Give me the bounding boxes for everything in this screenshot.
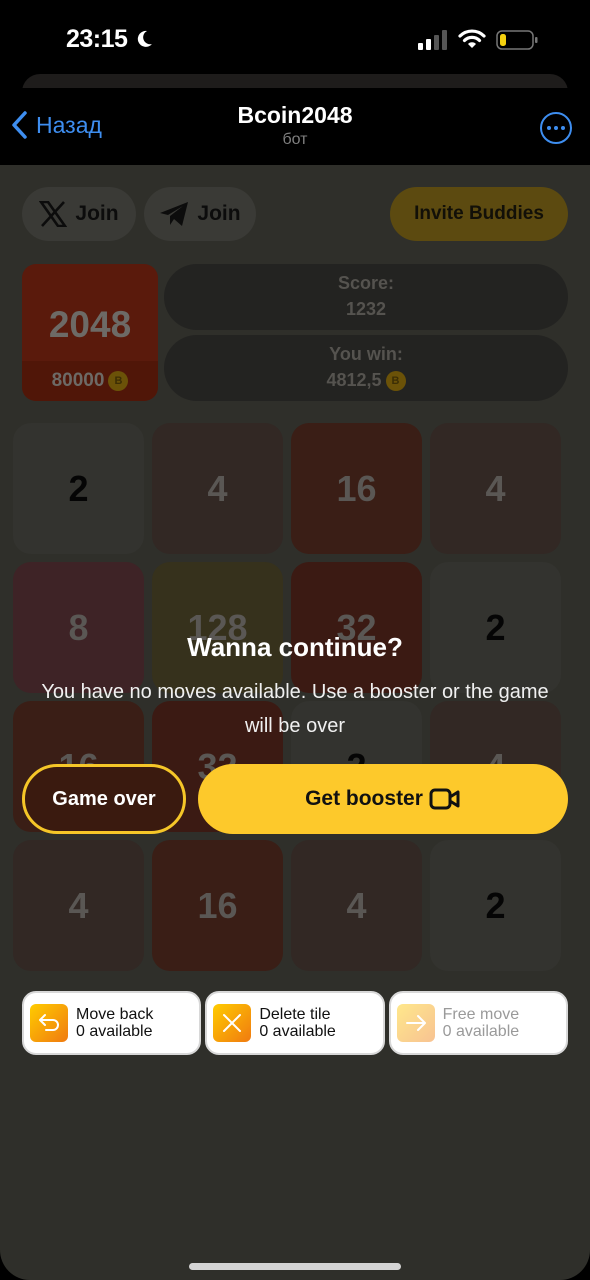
page-title: Bcoin2048	[237, 102, 353, 128]
moon-icon	[137, 30, 152, 47]
booster-name: Delete tile	[259, 1006, 331, 1023]
dialog-title: Wanna continue?	[187, 632, 403, 662]
booster-free-move[interactable]: Free move 0 available	[388, 991, 568, 1055]
board-tile: 128	[152, 562, 283, 693]
get-booster-label: Get booster	[305, 787, 423, 810]
game-over-button[interactable]: Game over	[22, 764, 186, 834]
board-tile: 2	[430, 840, 561, 971]
x-logo-icon	[39, 201, 68, 227]
home-indicator	[189, 1263, 401, 1270]
battery-low-icon	[496, 30, 538, 50]
invite-buddies-button[interactable]: Invite Buddies	[390, 187, 568, 241]
booster-name: Free move	[442, 1006, 520, 1023]
more-options-button[interactable]	[540, 112, 572, 144]
telegram-join-button[interactable]: Join	[144, 187, 256, 241]
video-camera-icon	[429, 788, 460, 810]
telegram-plane-icon	[160, 202, 189, 226]
coin-icon: B	[108, 371, 129, 391]
best-tile-value: 2048	[48, 304, 132, 345]
nav-header: Назад Bcoin2048 бот	[0, 88, 590, 165]
coin-icon: B	[385, 370, 406, 391]
booster-move-back[interactable]: Move back 0 available	[22, 991, 202, 1055]
booster-count: 0 available	[76, 1023, 153, 1040]
get-booster-button[interactable]: Get booster	[198, 764, 568, 834]
status-bar: 23:15	[0, 0, 590, 72]
board-tile: 4	[291, 840, 422, 971]
game-app: Join Join Invite Buddies 2048 80000 B Sc…	[0, 165, 590, 1280]
arrow-right-icon	[396, 1004, 435, 1042]
cellular-signal-icon	[418, 30, 447, 50]
close-x-icon	[213, 1004, 252, 1042]
score-value: 1232	[345, 299, 387, 319]
win-value: 4812,5	[326, 370, 382, 390]
win-label: You win:	[329, 344, 403, 364]
board-tile: 16	[152, 840, 283, 971]
best-tile-card: 2048 80000 B	[22, 264, 158, 401]
booster-delete-tile[interactable]: Delete tile 0 available	[205, 991, 385, 1055]
board-tile: 4	[430, 423, 561, 554]
board-tile: 32	[291, 562, 422, 693]
x-join-label: Join	[75, 202, 119, 225]
board-tile: 4	[13, 840, 144, 971]
board-tile: 16	[291, 423, 422, 554]
board-tile: 2	[430, 562, 561, 693]
booster-bar: Move back 0 available Delete tile 0 availa…	[22, 991, 568, 1055]
status-time: 23:15	[66, 25, 128, 53]
board-tile: 2	[13, 423, 144, 554]
win-panel: You win: 4812,5 B	[164, 335, 568, 401]
board-tile: 4	[152, 423, 283, 554]
undo-arrow-icon	[30, 1004, 68, 1042]
score-label: Score:	[337, 273, 395, 293]
dialog-message: You have no moves available. Use a boost…	[41, 681, 549, 737]
more-circle-icon	[547, 126, 551, 130]
wifi-icon	[458, 29, 486, 48]
board-tile: 8	[13, 562, 144, 693]
score-panel: Score: 1232	[164, 264, 568, 330]
telegram-join-label: Join	[197, 202, 241, 225]
booster-count: 0 available	[259, 1023, 336, 1040]
booster-name: Move back	[76, 1006, 154, 1023]
reward-amount: 80000	[51, 370, 105, 391]
booster-count: 0 available	[442, 1023, 520, 1040]
page-subtitle: бот	[282, 131, 308, 148]
best-tile-reward: 80000 B	[22, 361, 158, 401]
x-join-button[interactable]: Join	[22, 187, 136, 241]
